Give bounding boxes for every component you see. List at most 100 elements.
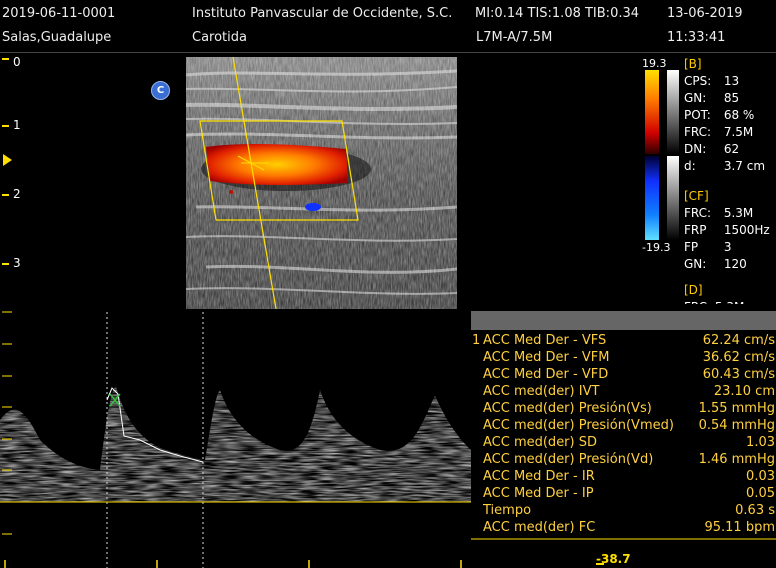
- measurement-value: 0.63 s: [735, 503, 775, 518]
- time-scale: [4, 560, 462, 568]
- measurement-label: ACC med(der) SD: [483, 435, 597, 450]
- color-scale-max: 19.3: [642, 57, 667, 70]
- depth-label: 3: [13, 256, 21, 270]
- measurements-header-bar: [471, 311, 776, 330]
- patient-id: 2019-06-11-0001: [2, 6, 116, 21]
- acoustic-indices: MI:0.14 TIS:1.08 TIB:0.34: [475, 6, 640, 21]
- param-value: 3.7 cm: [723, 159, 766, 173]
- measurement-value: 0.54 mmHg: [698, 418, 775, 433]
- color-velocity-bar: [645, 70, 679, 240]
- doppler-spectrum[interactable]: [0, 310, 471, 568]
- measurement-label: ACC Med Der - IR: [483, 469, 595, 484]
- param-key: d:: [684, 159, 696, 173]
- measurement-label: ACC med(der) Presión(Vs): [483, 401, 652, 416]
- param-key: DN:: [684, 142, 707, 156]
- measurement-row[interactable]: ACC med(der) Presión(Vd) 1.46 mmHg: [471, 451, 776, 468]
- flow-spot: [229, 190, 233, 194]
- param-row: FP 3: [684, 239, 770, 256]
- param-value: 3: [723, 240, 732, 254]
- measurement-value: 1.03: [746, 435, 775, 450]
- measurement-value: 0.05: [746, 486, 775, 501]
- measurements-divider: [471, 538, 776, 540]
- bmode-image[interactable]: [186, 57, 457, 309]
- measurements-panel: 1 ACC Med Der - VFS 62.24 cm/s ACC Med Der…: [471, 332, 776, 536]
- measurement-row[interactable]: ACC med(der) Presión(Vs) 1.55 mmHg: [471, 400, 776, 417]
- measurement-row[interactable]: ACC med(der) SD 1.03: [471, 434, 776, 451]
- measurement-label: ACC Med Der - VFD: [483, 367, 609, 382]
- measurement-row[interactable]: Tiempo 0.63 s: [471, 502, 776, 519]
- param-row: CPS: 13: [684, 73, 770, 90]
- param-row: GN: 85: [684, 90, 770, 107]
- exam-date: 13-06-2019: [667, 6, 743, 21]
- param-value: 68 %: [723, 108, 755, 122]
- depth-tick: [2, 58, 9, 60]
- measurement-label: ACC med(der) FC: [483, 520, 596, 535]
- measurement-value: 36.62 cm/s: [702, 350, 775, 365]
- param-key: FRC:: [684, 206, 712, 220]
- measurement-value: 1.46 mmHg: [698, 452, 775, 467]
- b-mode-section-title: [B]: [684, 57, 702, 71]
- param-row: d: 3.7 cm: [684, 158, 770, 175]
- param-row: FRC: 5.3M: [684, 205, 770, 222]
- measurement-row[interactable]: ACC med(der) FC 95.11 bpm: [471, 519, 776, 536]
- params-panel: [B] CPS: 13 GN: 85 POT: 68 % FRC: 7.5M D…: [684, 56, 770, 304]
- depth-label: 1: [13, 118, 21, 132]
- exam-time: 11:33:41: [667, 30, 726, 45]
- carotid-badge-icon[interactable]: C: [151, 81, 170, 100]
- measurement-label: ACC med(der) Presión(Vmed): [483, 418, 674, 433]
- focus-marker[interactable]: [3, 154, 12, 166]
- param-row: DN: 62: [684, 141, 770, 158]
- measurement-value: 95.11 bpm: [704, 520, 775, 535]
- param-value: 13: [723, 74, 740, 88]
- measurement-value: 0.03: [746, 469, 775, 484]
- measurement-label: ACC Med Der - VFM: [483, 350, 610, 365]
- measurement-row[interactable]: ACC Med Der - IR 0.03: [471, 468, 776, 485]
- doppler-section-title: [D]: [684, 283, 703, 297]
- measurement-label: ACC Med Der - IP: [483, 486, 594, 501]
- param-key: FP: [684, 240, 699, 254]
- header-divider: [0, 52, 776, 53]
- measurement-label: Tiempo: [483, 503, 532, 518]
- measurement-row[interactable]: ACC Med Der - IP 0.05: [471, 485, 776, 502]
- param-value: 62: [723, 142, 740, 156]
- measurement-index: 1: [472, 333, 481, 348]
- measurement-label: ACC med(der) IVT: [483, 384, 600, 399]
- param-value: 85: [723, 91, 740, 105]
- probe-name: L7M-A/7.5M: [476, 30, 553, 45]
- param-key: GN:: [684, 91, 707, 105]
- param-row: FRC: 7.5M: [684, 124, 770, 141]
- measurement-label: ACC med(der) Presión(Vd): [483, 452, 654, 467]
- measurement-row[interactable]: ACC Med Der - VFM 36.62 cm/s: [471, 349, 776, 366]
- measurement-row[interactable]: ACC Med Der - VFD 60.43 cm/s: [471, 366, 776, 383]
- param-key: FRC:: [684, 125, 712, 139]
- color-flow-section-title: [CF]: [684, 189, 709, 203]
- measurement-label: ACC Med Der - VFS: [483, 333, 607, 348]
- reverse-flow-spot: [305, 203, 321, 211]
- param-key: POT:: [684, 108, 711, 122]
- measurement-value: 23.10 cm: [713, 384, 775, 399]
- param-row: POT: 68 %: [684, 107, 770, 124]
- depth-label: 2: [13, 187, 21, 201]
- spectral-waveform: [0, 386, 471, 502]
- doppler-param-partial: FRC: 5.3M: [684, 299, 770, 304]
- depth-tick: [2, 263, 9, 265]
- param-value: 1500Hz: [723, 223, 770, 237]
- param-value: 7.5M: [723, 125, 754, 139]
- param-key: CPS:: [684, 74, 712, 88]
- color-scale-min: -19.3: [642, 241, 671, 254]
- measurement-value: 1.55 mmHg: [698, 401, 775, 416]
- depth-tick: [2, 125, 9, 127]
- measurement-value: 62.24 cm/s: [702, 333, 775, 348]
- param-value: 120: [723, 257, 747, 271]
- measurement-row[interactable]: ACC med(der) IVT 23.10 cm: [471, 383, 776, 400]
- param-key: GN:: [684, 257, 707, 271]
- param-row: GN: 120: [684, 256, 770, 273]
- measurement-row[interactable]: ACC med(der) Presión(Vmed) 0.54 mmHg: [471, 417, 776, 434]
- velocity-scale-bottom-value: -38.7: [596, 552, 631, 566]
- param-key: FRP: [684, 223, 707, 237]
- patient-name: Salas,Guadalupe: [2, 30, 112, 45]
- measurement-row[interactable]: 1 ACC Med Der - VFS 62.24 cm/s: [471, 332, 776, 349]
- param-row: FRP 1500Hz: [684, 222, 770, 239]
- depth-tick: [2, 194, 9, 196]
- param-value: 5.3M: [723, 206, 754, 220]
